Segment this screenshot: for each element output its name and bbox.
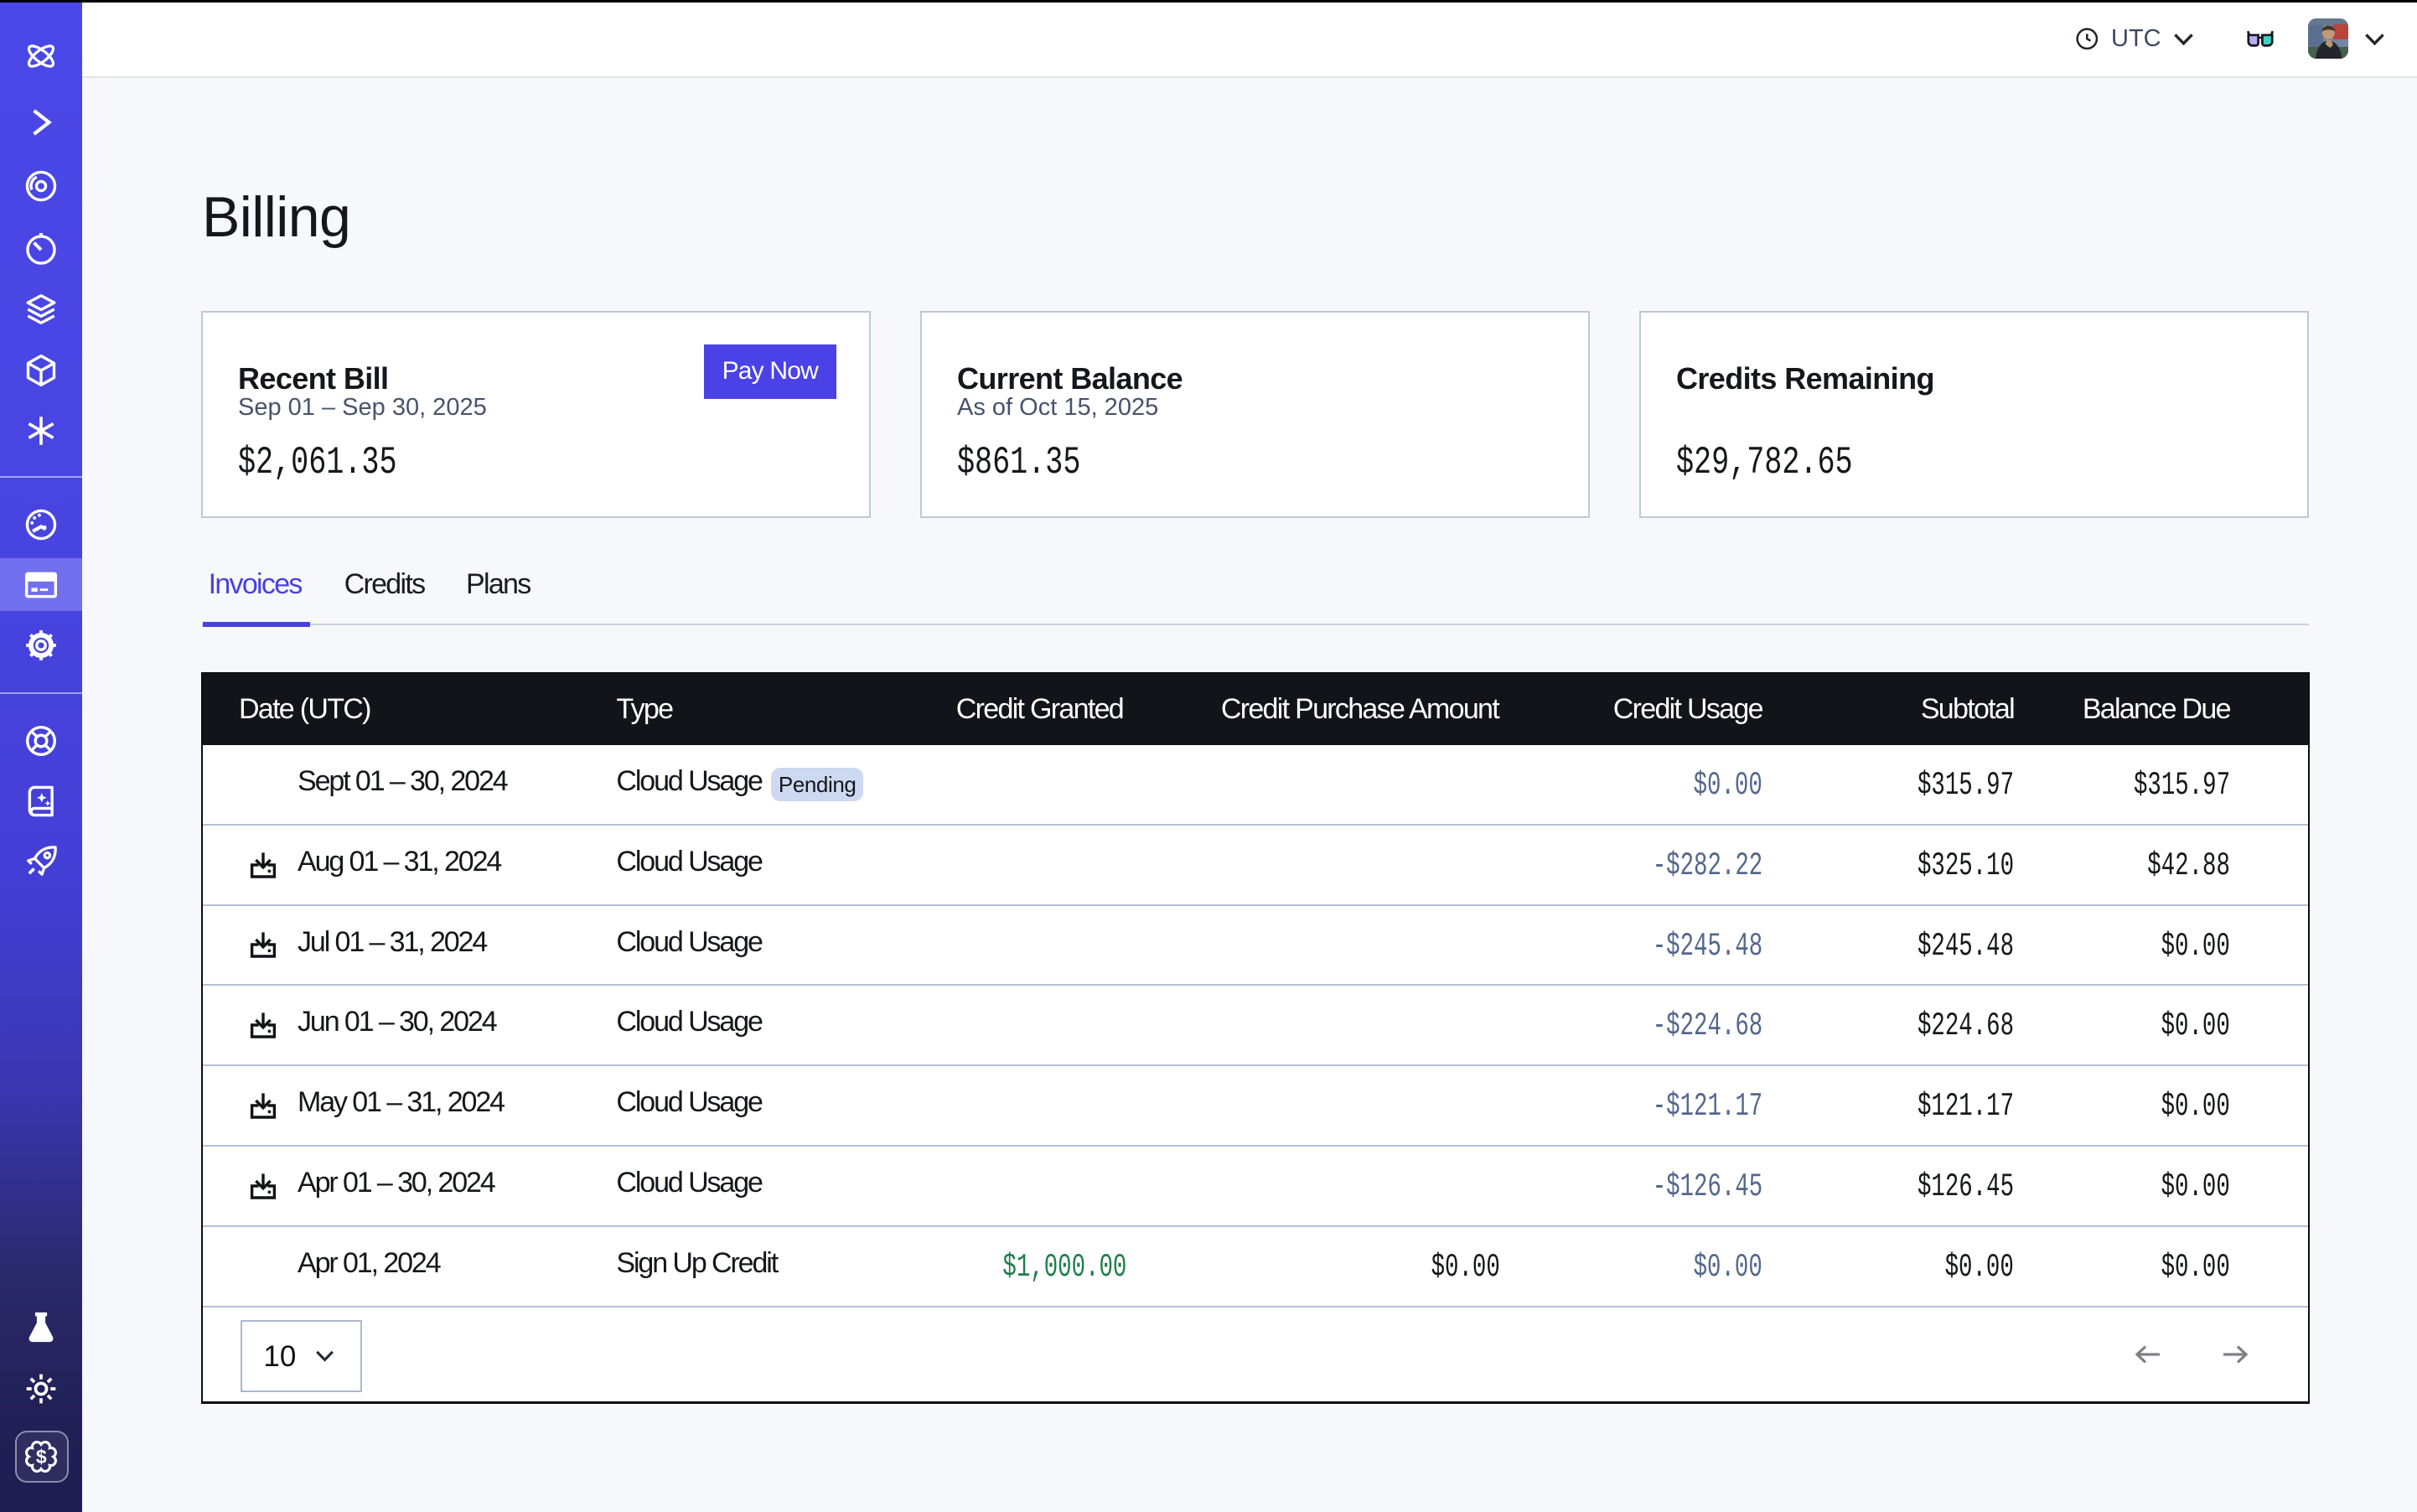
svg-text:$: $ [36, 1446, 47, 1468]
